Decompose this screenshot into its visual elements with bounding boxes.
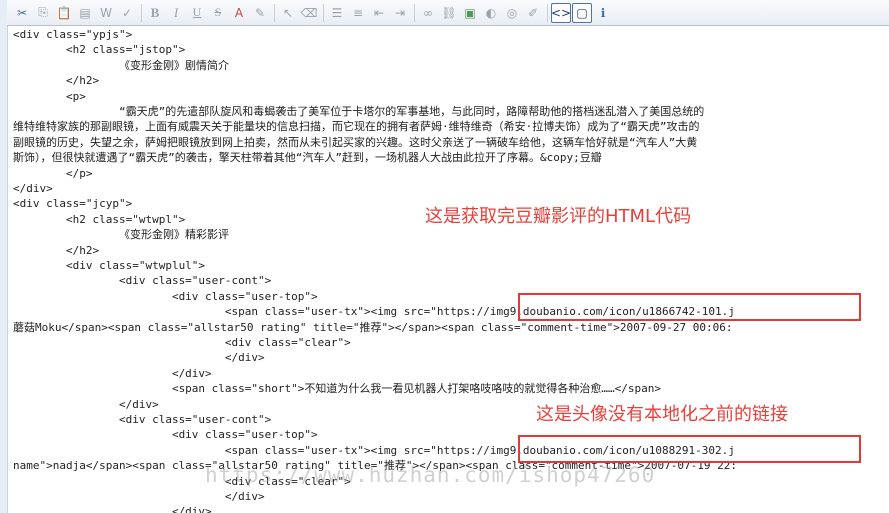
code-line: <h2 class="jstop"> xyxy=(13,43,186,57)
code-line: </div> xyxy=(13,397,159,411)
code-line: 《变形金刚》精彩影评 xyxy=(13,228,229,242)
outdent-icon[interactable]: ⇤ xyxy=(369,3,389,23)
paste-text-icon[interactable]: ▤ xyxy=(75,3,95,23)
code-line: </div> xyxy=(13,366,212,380)
code-line: <p> xyxy=(13,89,86,103)
unordered-list-icon[interactable]: ☰ xyxy=(327,3,347,23)
code-line: 副眼镜的历史，失望之余，萨姆把眼镜放到网上拍卖，然而从未引起买家的兴趣。这时父亲… xyxy=(13,135,698,149)
code-line: 《变形金刚》剧情简介 xyxy=(13,58,229,72)
code-line: 斯饰），但很快就遭遇了“霸天虎”的袭击，擎天柱带着其他“汽车人”赶到，一场机器人… xyxy=(13,151,602,165)
code-line: </div> xyxy=(13,490,265,503)
code-line: <h2 class="wtwpl"> xyxy=(13,212,186,226)
avatar-link-annotation: 这是头像没有本地化之前的链接 xyxy=(536,404,788,425)
code-line: <div class="user-cont"> xyxy=(13,274,272,288)
paste-word-icon[interactable]: W xyxy=(96,3,116,23)
code-line: </div> xyxy=(13,182,53,195)
toolbar-separator xyxy=(141,3,142,22)
highlight-icon[interactable]: ✎ xyxy=(250,3,270,23)
code-line: 蘑菇Moku</span><span class="allstar50 rati… xyxy=(13,320,733,334)
toolbar-separator xyxy=(414,3,415,22)
code-line: </div> xyxy=(13,351,265,365)
source-code-icon[interactable]: <> xyxy=(551,2,571,23)
flash-icon[interactable]: ◐ xyxy=(481,3,501,23)
image-icon[interactable]: ▣ xyxy=(460,3,480,23)
code-line: </div> xyxy=(13,505,212,513)
eraser-icon[interactable]: ⌫ xyxy=(299,3,319,23)
editor-toolbar: ✂ ⎘ 📋 ▤ W ✓ B I U S A ✎ ↖ ⌫ ☰ ≡ ⇤ ⇥ ∞ ⛓ ▣ ◐ ◎ ✐ <> ▢ ℹ xyxy=(7,0,889,26)
media-icon[interactable]: ◎ xyxy=(502,3,522,23)
code-line: <span class="short">不知道为什么我一看见机器人打架咯吱咯吱的… xyxy=(13,382,661,396)
code-line: <div class="ypjs"> xyxy=(13,28,133,41)
watermark-text: https://www.huzhan.com/ishop47260 xyxy=(205,463,656,487)
unlink-icon[interactable]: ⛓ xyxy=(439,3,459,23)
bold-icon[interactable]: B xyxy=(145,3,165,23)
code-line: <div class="user-cont"> xyxy=(13,413,272,426)
toolbar-separator xyxy=(274,3,275,22)
first-avatar-link-highlight xyxy=(518,293,861,321)
code-line: <div class="clear"> xyxy=(13,336,351,349)
edit-icon[interactable]: ✐ xyxy=(523,3,543,23)
underline-icon[interactable]: U xyxy=(187,3,207,23)
about-icon[interactable]: ℹ xyxy=(593,3,613,23)
code-line: </p> xyxy=(13,166,93,180)
code-line: <div class="jcyp"> xyxy=(13,197,133,211)
paste-icon[interactable]: 📋 xyxy=(54,3,74,23)
code-line: </h2> xyxy=(13,243,100,257)
code-line: <div class="user-top"> xyxy=(13,428,318,442)
code-line: <div class="user-top"> xyxy=(13,289,318,303)
second-avatar-link-highlight xyxy=(518,435,861,463)
indent-icon[interactable]: ⇥ xyxy=(390,3,410,23)
italic-icon[interactable]: I xyxy=(166,3,186,23)
code-line: “霸天虎”的先遣部队旋风和毒蝎袭击了美军位于卡塔尔的军事基地，与此同时，路障帮助… xyxy=(13,105,705,118)
preview-icon[interactable]: ▢ xyxy=(572,2,592,23)
code-line: </h2> xyxy=(13,74,100,88)
strikethrough-icon[interactable]: S xyxy=(208,3,228,23)
select-icon[interactable]: ↖ xyxy=(278,3,298,23)
cut-icon[interactable]: ✂ xyxy=(12,3,32,23)
code-line: 维特维特家族的那副眼镜，上面有威震天关于能量块的信息扫描，而它现在的拥有者萨姆·… xyxy=(13,120,700,134)
copy-icon[interactable]: ⎘ xyxy=(33,3,53,23)
ordered-list-icon[interactable]: ≡ xyxy=(348,3,368,23)
link-icon[interactable]: ∞ xyxy=(418,3,438,23)
html-code-annotation: 这是获取完豆瓣影评的HTML代码 xyxy=(425,206,692,227)
toolbar-separator xyxy=(323,3,324,22)
code-line: <div class="wtwplul"> xyxy=(13,259,206,272)
left-panel-edge xyxy=(0,0,8,513)
text-color-icon[interactable]: A xyxy=(229,3,249,23)
toolbar-separator xyxy=(547,3,548,22)
spellcheck-icon[interactable]: ✓ xyxy=(117,3,137,23)
